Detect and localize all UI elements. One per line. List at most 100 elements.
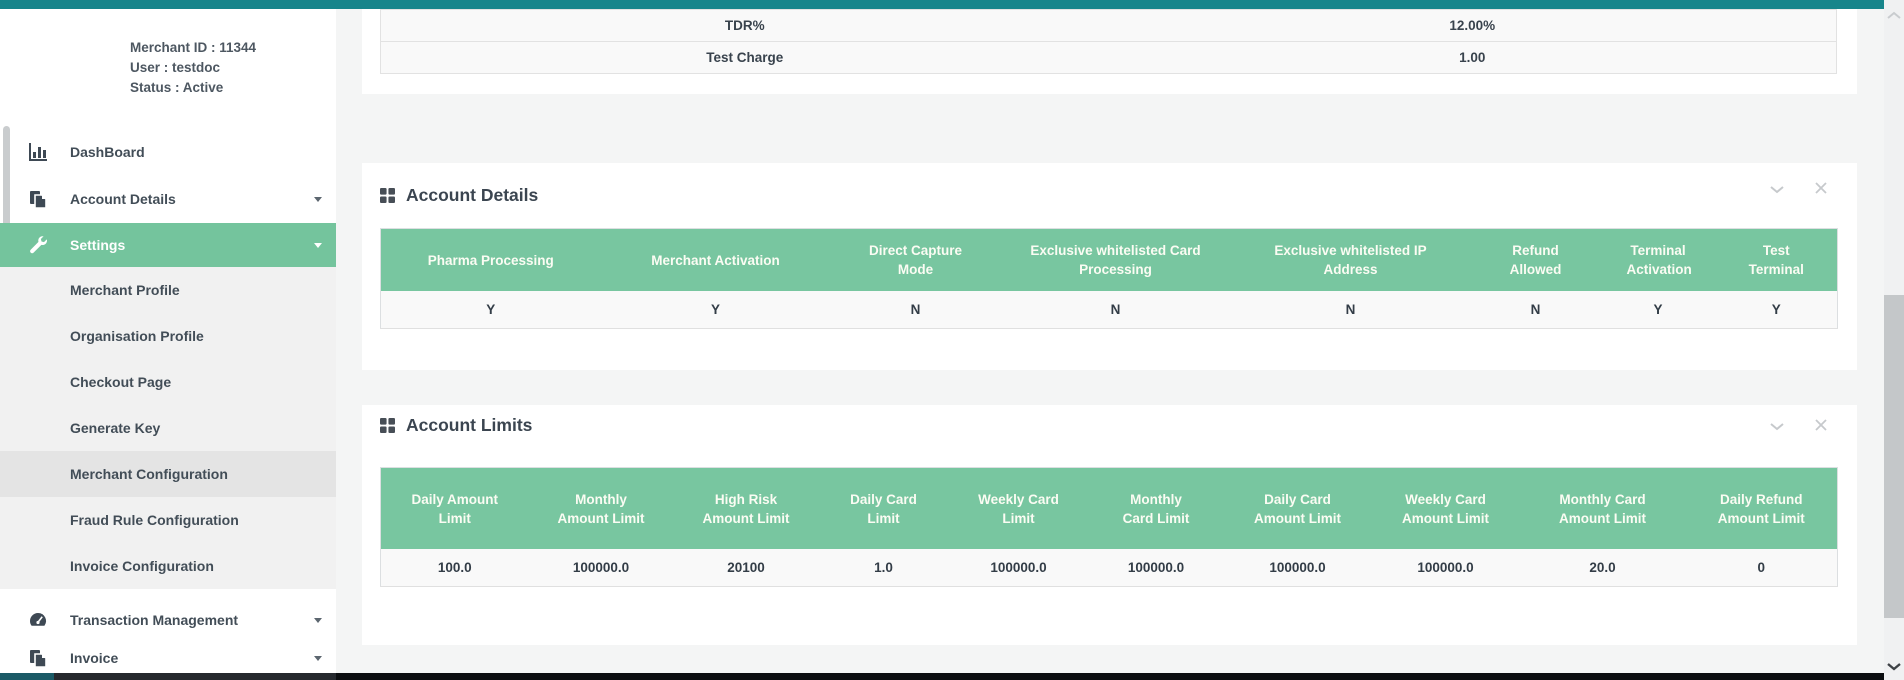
data-cell: Y bbox=[601, 291, 831, 329]
sidebar-item-merchant-configuration[interactable]: Merchant Configuration bbox=[0, 451, 336, 497]
documents-icon bbox=[27, 188, 49, 210]
invoice-icon bbox=[27, 647, 49, 669]
panel-header: Account Details bbox=[380, 185, 538, 206]
column-header: Exclusive whitelisted IP Address bbox=[1231, 229, 1471, 292]
account-details-table: Pharma ProcessingMerchant ActivationDire… bbox=[380, 228, 1838, 329]
column-header: Test Terminal bbox=[1716, 229, 1838, 292]
data-cell: 0 bbox=[1686, 549, 1838, 587]
main-content: TDR% 12.00% Test Charge 1.00 Account Det… bbox=[336, 9, 1884, 673]
chevron-down-icon bbox=[314, 243, 322, 252]
scroll-down-icon[interactable] bbox=[1887, 658, 1901, 676]
column-header: Monthly Card Limit bbox=[1089, 468, 1224, 550]
charges-card: TDR% 12.00% Test Charge 1.00 bbox=[362, 9, 1857, 94]
charge-value-cell: 12.00% bbox=[1109, 10, 1837, 42]
column-header: Terminal Activation bbox=[1601, 229, 1716, 292]
chevron-down-icon bbox=[314, 656, 322, 665]
column-header: Direct Capture Mode bbox=[831, 229, 1001, 292]
close-button[interactable] bbox=[1815, 181, 1831, 195]
horizontal-scrollbar[interactable] bbox=[336, 673, 1884, 680]
data-cell: 100000.0 bbox=[1372, 549, 1520, 587]
table-header-row: Daily Amount LimitMonthly Amount LimitHi… bbox=[381, 468, 1838, 550]
data-cell: Y bbox=[1716, 291, 1838, 329]
data-cell: 100000.0 bbox=[1224, 549, 1372, 587]
column-header: Refund Allowed bbox=[1471, 229, 1601, 292]
settings-submenu: Merchant Profile Organisation Profile Ch… bbox=[0, 267, 336, 589]
sidebar-item-label: Account Details bbox=[70, 191, 176, 207]
sidebar-item-account-details[interactable]: Account Details bbox=[0, 176, 336, 222]
panel-header: Account Limits bbox=[380, 415, 532, 436]
bottom-bar-left bbox=[54, 673, 336, 680]
sidebar-item-label: DashBoard bbox=[70, 144, 145, 160]
chevron-down-icon bbox=[314, 197, 322, 206]
bottom-bar-accent bbox=[0, 673, 54, 680]
table-row: 100.0100000.0201001.0100000.0100000.0100… bbox=[381, 549, 1838, 587]
column-header: Weekly Card Limit bbox=[949, 468, 1089, 550]
sidebar-item-fraud-rule-configuration[interactable]: Fraud Rule Configuration bbox=[0, 497, 336, 543]
page-title: Account Details bbox=[406, 185, 538, 206]
data-cell: 100000.0 bbox=[529, 549, 674, 587]
close-button[interactable] bbox=[1815, 418, 1831, 432]
sidebar-item-invoice-configuration[interactable]: Invoice Configuration bbox=[0, 543, 336, 589]
data-cell: 100.0 bbox=[381, 549, 529, 587]
table-row: Test Charge 1.00 bbox=[381, 42, 1837, 74]
data-cell: 100000.0 bbox=[949, 549, 1089, 587]
speedometer-icon bbox=[27, 609, 49, 631]
data-cell: N bbox=[1001, 291, 1231, 329]
column-header: Monthly Card Amount Limit bbox=[1520, 468, 1686, 550]
bar-chart-icon bbox=[27, 141, 49, 163]
column-header: Merchant Activation bbox=[601, 229, 831, 292]
data-cell: 20.0 bbox=[1520, 549, 1686, 587]
charge-label-cell: Test Charge bbox=[381, 42, 1109, 74]
charge-label-cell: TDR% bbox=[381, 10, 1109, 42]
grid-icon bbox=[380, 418, 395, 433]
page-title: Account Limits bbox=[406, 415, 532, 436]
scroll-up-icon[interactable] bbox=[1887, 6, 1901, 24]
account-limits-table: Daily Amount LimitMonthly Amount LimitHi… bbox=[380, 467, 1838, 587]
sidebar-item-settings[interactable]: Settings bbox=[0, 223, 336, 267]
close-icon bbox=[1815, 419, 1827, 431]
column-header: Monthly Amount Limit bbox=[529, 468, 674, 550]
vertical-scrollbar[interactable] bbox=[1884, 0, 1904, 680]
chevron-down-icon bbox=[314, 618, 322, 627]
chevron-down-icon bbox=[1770, 423, 1784, 431]
column-header: Daily Amount Limit bbox=[381, 468, 529, 550]
charges-table: TDR% 12.00% Test Charge 1.00 bbox=[380, 9, 1837, 74]
data-cell: N bbox=[1231, 291, 1471, 329]
column-header: Daily Card Amount Limit bbox=[1224, 468, 1372, 550]
data-cell: Y bbox=[381, 291, 601, 329]
table-header-row: Pharma ProcessingMerchant ActivationDire… bbox=[381, 229, 1838, 292]
merchant-info: Merchant ID : 11344 User : testdoc Statu… bbox=[130, 38, 256, 98]
column-header: High Risk Amount Limit bbox=[674, 468, 819, 550]
sidebar-item-label: Transaction Management bbox=[70, 612, 238, 628]
data-cell: 20100 bbox=[674, 549, 819, 587]
table-row: YYNNNNYY bbox=[381, 291, 1838, 329]
data-cell: N bbox=[831, 291, 1001, 329]
column-header: Exclusive whitelisted Card Processing bbox=[1001, 229, 1231, 292]
column-header: Weekly Card Amount Limit bbox=[1372, 468, 1520, 550]
column-header: Daily Refund Amount Limit bbox=[1686, 468, 1838, 550]
grid-icon bbox=[380, 188, 395, 203]
sidebar-item-label: Invoice bbox=[70, 650, 118, 666]
data-cell: 100000.0 bbox=[1089, 549, 1224, 587]
sidebar-item-generate-key[interactable]: Generate Key bbox=[0, 405, 336, 451]
sidebar-item-label: Settings bbox=[70, 237, 125, 253]
chevron-down-icon bbox=[1770, 186, 1784, 194]
top-accent-bar bbox=[0, 0, 1884, 9]
user-text: User : testdoc bbox=[130, 58, 256, 78]
sidebar: Merchant ID : 11344 User : testdoc Statu… bbox=[0, 9, 336, 673]
column-header: Pharma Processing bbox=[381, 229, 601, 292]
collapse-button[interactable] bbox=[1770, 181, 1786, 195]
sidebar-item-merchant-profile[interactable]: Merchant Profile bbox=[0, 267, 336, 313]
wrench-icon bbox=[27, 234, 49, 256]
sidebar-item-dashboard[interactable]: DashBoard bbox=[0, 129, 336, 175]
vertical-scrollbar-thumb[interactable] bbox=[1884, 295, 1904, 618]
status-text: Status : Active bbox=[130, 78, 256, 98]
column-header: Daily Card Limit bbox=[819, 468, 949, 550]
sidebar-item-organisation-profile[interactable]: Organisation Profile bbox=[0, 313, 336, 359]
collapse-button[interactable] bbox=[1770, 418, 1786, 432]
table-row: TDR% 12.00% bbox=[381, 10, 1837, 42]
data-cell: Y bbox=[1601, 291, 1716, 329]
sidebar-item-checkout-page[interactable]: Checkout Page bbox=[0, 359, 336, 405]
account-limits-panel: Account Limits Daily Amount LimitMonthly… bbox=[362, 405, 1857, 645]
account-details-panel: Account Details Pharma ProcessingMerchan… bbox=[362, 163, 1857, 370]
